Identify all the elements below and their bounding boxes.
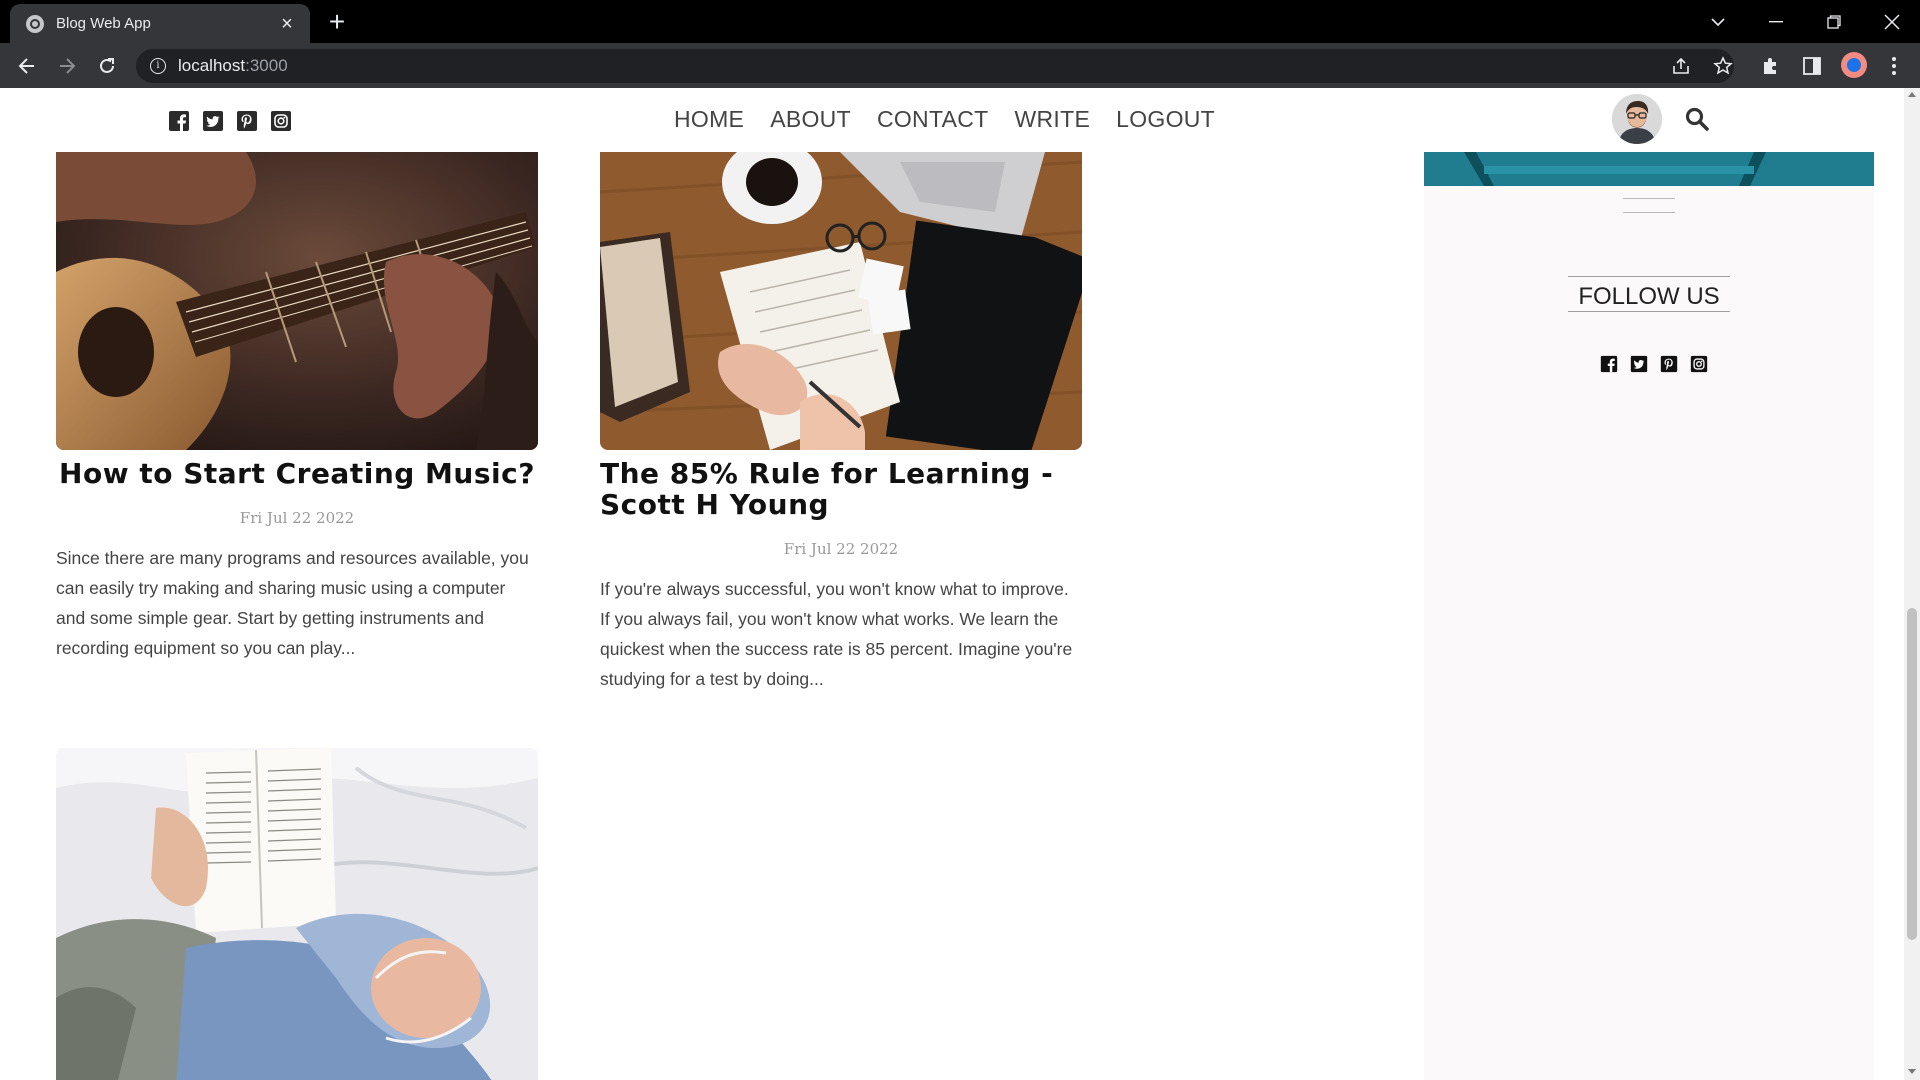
reload-icon: [100, 58, 114, 73]
browser-tab-strip: Blog Web App × +: [0, 0, 1920, 43]
url-port: :3000: [245, 56, 288, 75]
post-card[interactable]: How to Start Creating Music? Fri Jul 22 …: [56, 152, 538, 663]
post-card[interactable]: [56, 748, 538, 1080]
chevron-down-icon: [1711, 17, 1725, 26]
scrollbar-thumb[interactable]: [1907, 608, 1917, 940]
share-icon: [1673, 57, 1689, 74]
post-image-guitar[interactable]: [56, 152, 538, 450]
side-panel-icon: [1803, 57, 1821, 75]
post-excerpt: Since there are many programs and resour…: [56, 548, 529, 658]
side-panel-button[interactable]: [1799, 53, 1825, 79]
menu-logout[interactable]: LOGOUT: [1116, 106, 1215, 133]
tab-close-button[interactable]: ×: [276, 14, 298, 34]
instagram-icon[interactable]: [270, 110, 292, 132]
page-scrollbar[interactable]: [1904, 88, 1920, 1080]
pinterest-icon[interactable]: [1660, 355, 1678, 373]
new-tab-button[interactable]: +: [322, 8, 352, 36]
close-icon: [1884, 13, 1900, 30]
url-host: localhost: [178, 56, 246, 75]
instagram-icon[interactable]: [1690, 355, 1708, 373]
avatar[interactable]: [1612, 94, 1662, 144]
post-title[interactable]: How to Start Creating Music?: [56, 458, 538, 489]
menu-home[interactable]: HOME: [674, 106, 744, 133]
twitter-icon[interactable]: [202, 110, 224, 132]
browser-toolbar: i localhost :3000: [0, 43, 1920, 88]
post-date: Fri Jul 22 2022: [239, 509, 355, 527]
tab-title: Blog Web App: [56, 15, 151, 32]
sidebar-image: [1424, 152, 1874, 186]
post-date: Fri Jul 22 2022: [783, 540, 899, 558]
profile-icon: [1847, 58, 1861, 72]
restore-button[interactable]: [1806, 0, 1862, 43]
post-title[interactable]: The 85% Rule for Learning - Scott H Youn…: [600, 458, 1082, 520]
facebook-icon[interactable]: [168, 110, 190, 132]
profile-avatar-button[interactable]: [1841, 52, 1867, 78]
arrow-left-icon: [18, 58, 34, 74]
search-icon[interactable]: [1684, 106, 1710, 132]
pinterest-icon[interactable]: [236, 110, 258, 132]
restore-icon: [1827, 14, 1841, 29]
share-button[interactable]: [1668, 53, 1694, 79]
menu-write[interactable]: WRITE: [1015, 106, 1091, 133]
back-button[interactable]: [10, 49, 44, 83]
menu-contact[interactable]: CONTACT: [877, 106, 989, 133]
main-menu: HOME ABOUT CONTACT WRITE LOGOUT: [674, 106, 1215, 133]
post-image-desk[interactable]: [600, 152, 1082, 450]
scroll-down-arrow-icon[interactable]: [1908, 1069, 1916, 1074]
reload-button[interactable]: [90, 49, 124, 83]
site-navbar: HOME ABOUT CONTACT WRITE LOGOUT: [0, 88, 1904, 152]
scroll-up-arrow-icon[interactable]: [1908, 92, 1916, 97]
info-icon[interactable]: i: [150, 58, 166, 74]
follow-us-title: FOLLOW US: [1568, 276, 1730, 312]
menu-about[interactable]: ABOUT: [770, 106, 851, 133]
bookmark-button[interactable]: [1710, 53, 1736, 79]
close-window-button[interactable]: [1864, 0, 1920, 43]
star-icon: [1713, 56, 1733, 75]
facebook-icon[interactable]: [1600, 355, 1618, 373]
tab-search-button[interactable]: [1690, 0, 1746, 43]
browser-tab[interactable]: Blog Web App ×: [10, 4, 310, 43]
sidebar-divider: [1623, 198, 1675, 199]
puzzle-icon: [1764, 58, 1776, 74]
social-links-sidebar: [1600, 355, 1708, 373]
sidebar: FOLLOW US: [1424, 152, 1874, 1080]
globe-icon: [26, 14, 44, 33]
forward-button[interactable]: [50, 49, 84, 83]
minimize-icon: [1769, 20, 1783, 22]
blog-page: How to Start Creating Music? Fri Jul 22 …: [0, 88, 1904, 1080]
sidebar-divider: [1623, 212, 1675, 213]
post-image-reading[interactable]: [56, 748, 538, 1080]
arrow-right-icon: [60, 58, 76, 74]
kebab-menu-icon: [1892, 57, 1896, 75]
twitter-icon[interactable]: [1630, 355, 1648, 373]
post-excerpt: If you're always successful, you won't k…: [600, 579, 1073, 689]
social-links-top: [168, 110, 292, 132]
browser-menu-button[interactable]: [1881, 53, 1907, 79]
extensions-button[interactable]: [1758, 53, 1784, 79]
post-card[interactable]: The 85% Rule for Learning - Scott H Youn…: [600, 152, 1082, 694]
address-bar[interactable]: i localhost :3000: [136, 49, 1734, 83]
minimize-button[interactable]: [1748, 0, 1804, 43]
